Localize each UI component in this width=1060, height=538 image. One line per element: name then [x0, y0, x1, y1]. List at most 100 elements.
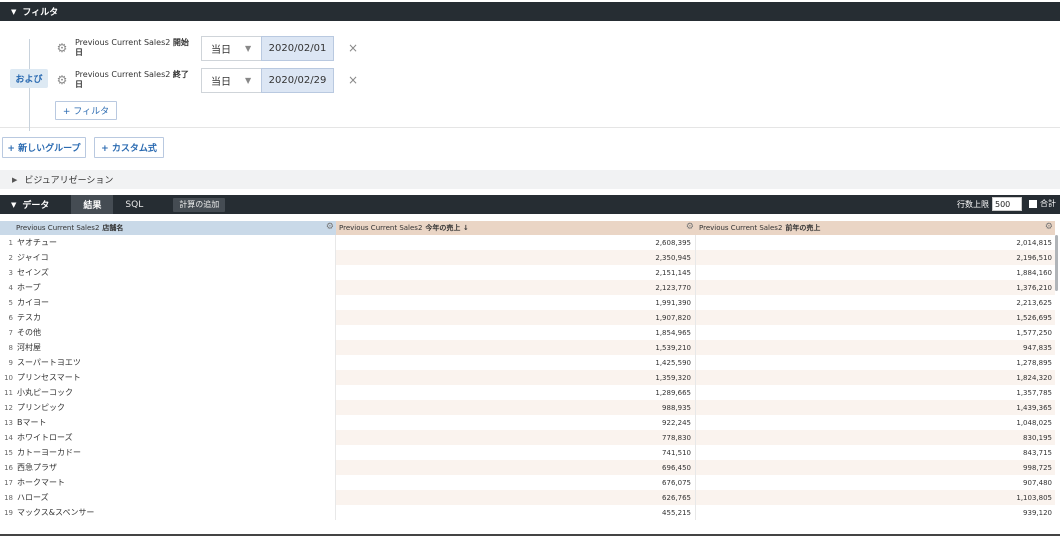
gear-icon[interactable]: ⚙	[55, 73, 69, 87]
cell-last-year-sales[interactable]: 1,884,160	[696, 265, 1055, 280]
cell-this-year-sales[interactable]: 455,215	[336, 505, 696, 520]
gear-icon[interactable]: ⚙	[55, 41, 69, 55]
cell-store-name[interactable]: 15 カトーヨーカドー	[0, 445, 336, 460]
new-group-button[interactable]: + 新しいグループ	[2, 137, 86, 158]
filter-section-title: フィルタ	[22, 8, 59, 18]
cell-last-year-sales[interactable]: 2,213,625	[696, 295, 1055, 310]
collapse-caret-icon[interactable]: ▼	[11, 201, 16, 209]
cell-store-name[interactable]: 8 河村屋	[0, 340, 336, 355]
add-filter-button[interactable]: + フィルタ	[55, 101, 117, 120]
cell-store-name[interactable]: 1 ヤオチュー	[0, 235, 336, 250]
expand-caret-icon[interactable]: ▶	[12, 176, 17, 184]
cell-this-year-sales[interactable]: 2,123,770	[336, 280, 696, 295]
cell-last-year-sales[interactable]: 2,014,815	[696, 235, 1055, 250]
tab-sql[interactable]: SQL	[113, 195, 155, 214]
cell-store-name[interactable]: 19 マックス&スペンサー	[0, 505, 336, 520]
filter-date-value[interactable]: 2020/02/29	[261, 67, 334, 93]
store-name: ヤオチュー	[17, 238, 57, 247]
cell-this-year-sales[interactable]: 1,425,590	[336, 355, 696, 370]
filter-operator-select[interactable]: 当日 ▼	[201, 35, 261, 61]
cell-this-year-sales[interactable]: 626,765	[336, 490, 696, 505]
cell-store-name[interactable]: 10 プリンセスマート	[0, 370, 336, 385]
row-number: 5	[8, 298, 13, 307]
data-section-header: ▼ データ 結果 SQL 計算の追加 行数上限 合計	[0, 195, 1060, 214]
cell-store-name[interactable]: 9 スーパートヨエツ	[0, 355, 336, 370]
cell-last-year-sales[interactable]: 1,103,805	[696, 490, 1055, 505]
cell-last-year-sales[interactable]: 1,824,320	[696, 370, 1055, 385]
cell-this-year-sales[interactable]: 1,289,665	[336, 385, 696, 400]
cell-this-year-sales[interactable]: 1,907,820	[336, 310, 696, 325]
cell-store-name[interactable]: 17 ホークマート	[0, 475, 336, 490]
cell-last-year-sales[interactable]: 843,715	[696, 445, 1055, 460]
cell-store-name[interactable]: 3 セインズ	[0, 265, 336, 280]
gear-icon[interactable]: ⚙	[686, 222, 694, 232]
tab-results[interactable]: 結果	[71, 195, 114, 214]
cell-last-year-sales[interactable]: 907,480	[696, 475, 1055, 490]
cell-this-year-sales[interactable]: 2,151,145	[336, 265, 696, 280]
cell-last-year-sales[interactable]: 1,577,250	[696, 325, 1055, 340]
filter-field-name: Previous Current Sales2 開始日	[75, 38, 189, 57]
table-scrollbar[interactable]	[1055, 235, 1058, 291]
remove-filter-icon[interactable]: ×	[348, 73, 358, 87]
cell-this-year-sales[interactable]: 2,350,945	[336, 250, 696, 265]
remove-filter-icon[interactable]: ×	[348, 41, 358, 55]
gear-icon[interactable]: ⚙	[1045, 222, 1053, 232]
filter-date-value[interactable]: 2020/02/01	[261, 35, 334, 61]
gear-icon[interactable]: ⚙	[326, 222, 334, 232]
cell-store-name[interactable]: 18 ハローズ	[0, 490, 336, 505]
cell-this-year-sales[interactable]: 1,854,965	[336, 325, 696, 340]
cell-store-name[interactable]: 7 その他	[0, 325, 336, 340]
cell-store-name[interactable]: 2 ジャイコ	[0, 250, 336, 265]
cell-store-name[interactable]: 14 ホワイトローズ	[0, 430, 336, 445]
cell-last-year-sales[interactable]: 1,357,785	[696, 385, 1055, 400]
store-name: ジャイコ	[17, 253, 49, 262]
column-header-this-year-sales[interactable]: Previous Current Sales2 今年の売上 ↓ ⚙	[336, 221, 696, 235]
store-name: ホープ	[17, 283, 41, 292]
cell-last-year-sales[interactable]: 939,120	[696, 505, 1055, 520]
cell-store-name[interactable]: 12 プリンピック	[0, 400, 336, 415]
cell-store-name[interactable]: 5 カイヨー	[0, 295, 336, 310]
cell-last-year-sales[interactable]: 1,376,210	[696, 280, 1055, 295]
filter-section-header[interactable]: ▼ フィルタ	[0, 2, 1060, 21]
cell-this-year-sales[interactable]: 696,450	[336, 460, 696, 475]
cell-last-year-sales[interactable]: 2,196,510	[696, 250, 1055, 265]
cell-this-year-sales[interactable]: 1,539,210	[336, 340, 696, 355]
visualization-section-header[interactable]: ▶ ビジュアリゼーション	[0, 170, 1060, 189]
cell-last-year-sales[interactable]: 830,195	[696, 430, 1055, 445]
cell-last-year-sales[interactable]: 1,439,365	[696, 400, 1055, 415]
row-number: 6	[8, 313, 13, 322]
row-number: 1	[8, 238, 13, 247]
cell-this-year-sales[interactable]: 741,510	[336, 445, 696, 460]
cell-last-year-sales[interactable]: 947,835	[696, 340, 1055, 355]
cell-this-year-sales[interactable]: 778,830	[336, 430, 696, 445]
cell-store-name[interactable]: 13 Bマート	[0, 415, 336, 430]
cell-last-year-sales[interactable]: 1,526,695	[696, 310, 1055, 325]
collapse-caret-icon[interactable]: ▼	[11, 8, 16, 16]
cell-this-year-sales[interactable]: 1,991,390	[336, 295, 696, 310]
column-header-store-name[interactable]: Previous Current Sales2 店舗名 ⚙	[0, 221, 336, 235]
totals-toggle[interactable]: 合計	[1029, 198, 1056, 209]
cell-this-year-sales[interactable]: 988,935	[336, 400, 696, 415]
cell-last-year-sales[interactable]: 998,725	[696, 460, 1055, 475]
cell-store-name[interactable]: 11 小丸ピーコック	[0, 385, 336, 400]
add-calculation-button[interactable]: 計算の追加	[173, 197, 226, 212]
cell-this-year-sales[interactable]: 676,075	[336, 475, 696, 490]
cell-last-year-sales[interactable]: 1,048,025	[696, 415, 1055, 430]
row-limit-input[interactable]	[992, 197, 1022, 211]
filter-operator-select[interactable]: 当日 ▼	[201, 67, 261, 93]
totals-checkbox[interactable]	[1029, 199, 1037, 208]
cell-store-name[interactable]: 16 西急プラザ	[0, 460, 336, 475]
row-number: 16	[4, 463, 13, 472]
row-limit: 行数上限	[957, 197, 1022, 211]
row-number: 11	[4, 388, 13, 397]
and-operator-badge[interactable]: および	[10, 69, 48, 88]
cell-this-year-sales[interactable]: 2,608,395	[336, 235, 696, 250]
cell-this-year-sales[interactable]: 1,359,320	[336, 370, 696, 385]
cell-store-name[interactable]: 4 ホープ	[0, 280, 336, 295]
cell-this-year-sales[interactable]: 922,245	[336, 415, 696, 430]
cell-store-name[interactable]: 6 テスカ	[0, 310, 336, 325]
custom-expression-button[interactable]: + カスタム式	[94, 137, 164, 158]
column-header-last-year-sales[interactable]: Previous Current Sales2 前年の売上 ⚙	[696, 221, 1055, 235]
chevron-down-icon: ▼	[245, 43, 252, 53]
cell-last-year-sales[interactable]: 1,278,895	[696, 355, 1055, 370]
